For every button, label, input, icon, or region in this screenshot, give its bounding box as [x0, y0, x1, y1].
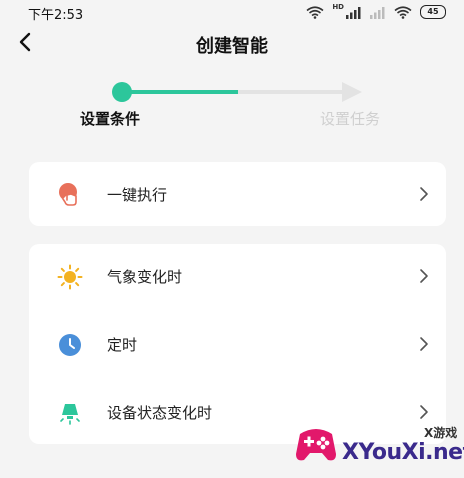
gamepad-logo-icon — [296, 429, 336, 461]
list-item-weather[interactable]: 气象变化时 — [29, 244, 446, 308]
list-item-label: 气象变化时 — [107, 268, 183, 286]
hd-label: HD — [332, 3, 344, 11]
list-item-timer[interactable]: 定时 — [29, 312, 446, 376]
list-item-label: 设备状态变化时 — [107, 404, 213, 422]
page-title: 创建智能 — [196, 36, 268, 57]
wifi-icon — [306, 5, 324, 19]
wifi-icon — [394, 5, 412, 19]
stepper: 设置条件 设置任务 — [0, 80, 464, 130]
signal-icon — [370, 6, 385, 19]
step-label-tasks: 设置任务 — [320, 110, 381, 128]
signal-hd-icon — [346, 6, 361, 19]
header: 创建智能 — [0, 26, 464, 62]
watermark: X游戏 XYouXi.net — [286, 412, 464, 476]
status-icons: HD 45 — [306, 4, 446, 20]
list-item-one-click[interactable]: 一键执行 — [29, 162, 446, 226]
tap-hand-icon — [59, 183, 77, 206]
step-progress-inactive — [238, 90, 346, 94]
battery-icon: 45 — [420, 5, 446, 19]
clock-icon — [59, 334, 81, 356]
step-dot — [112, 82, 132, 102]
watermark-small-text: X游戏 — [424, 426, 458, 440]
sun-icon — [57, 264, 83, 290]
lamp-icon — [60, 404, 80, 425]
step-progress-active — [130, 90, 238, 94]
status-time: 下午2:53 — [28, 8, 84, 23]
list-item-label: 定时 — [107, 336, 138, 354]
step-arrow-icon — [342, 82, 362, 102]
status-bar: 下午2:53 HD 45 — [0, 0, 464, 26]
list-item-label: 一键执行 — [107, 186, 168, 204]
watermark-big-text: XYouXi.net — [342, 440, 464, 465]
step-label-conditions: 设置条件 — [80, 110, 141, 128]
chevron-right-icon — [420, 187, 428, 201]
chevron-right-icon — [420, 337, 428, 351]
chevron-right-icon — [420, 269, 428, 283]
manual-trigger-card: 一键执行 — [29, 162, 446, 226]
